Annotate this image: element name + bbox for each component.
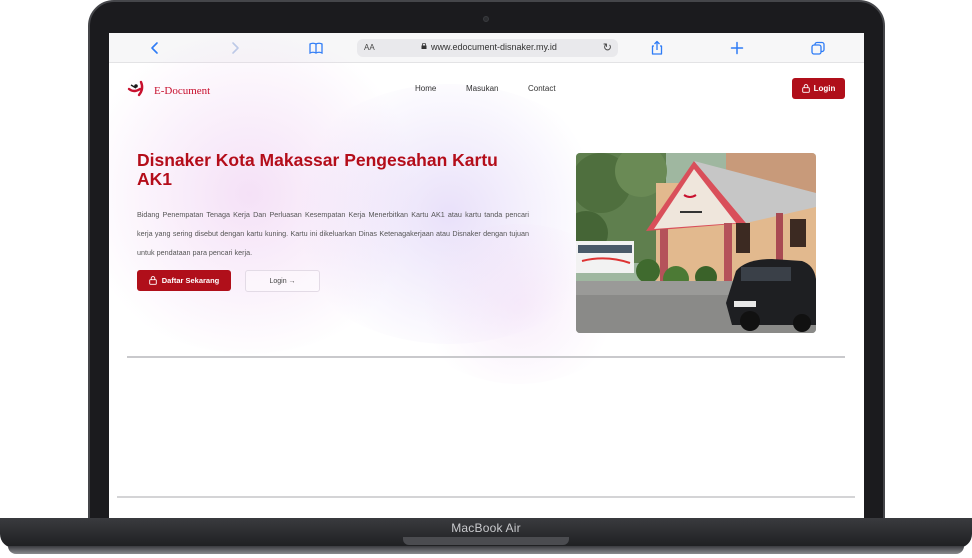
laptop-notch [403,537,569,545]
login-button-label: Login [813,84,836,93]
footer-divider [117,496,855,498]
web-page: E-Document Home Masukan Contact Login Di… [109,34,864,518]
share-icon[interactable] [649,40,665,56]
hero-title: Disnaker Kota Makassar Pengesahan Kartu … [137,150,498,189]
hero-description: Bidang Penempatan Tenaga Kerja Dan Perlu… [137,210,529,257]
new-tab-icon[interactable] [729,40,745,56]
nav-home[interactable]: Home [415,84,436,93]
hero-login-button[interactable]: Login → [245,270,320,292]
login-button[interactable]: Login [792,78,845,99]
site-logo[interactable]: E-Document [127,80,210,98]
laptop-base-edge [8,546,964,554]
brand-name: E-Document [154,85,211,97]
register-button[interactable]: Daftar Sekarang [137,270,231,291]
office-building-photo [576,153,816,333]
lock-icon [148,276,157,285]
logo-mark-icon [127,80,144,97]
address-bar[interactable]: AA www.edocument-disnaker.my.id ↻ [357,39,618,57]
section-divider [127,356,845,358]
nav-masukan[interactable]: Masukan [466,84,498,93]
url-text: www.edocument-disnaker.my.id [431,42,557,52]
camera [483,16,489,22]
reader-aa-button[interactable]: AA [364,43,375,52]
register-button-label: Daftar Sekarang [161,276,220,285]
reload-icon[interactable]: ↻ [603,41,612,54]
tabs-icon[interactable] [810,40,826,56]
nav-contact[interactable]: Contact [528,84,556,93]
lock-icon [421,43,427,49]
lock-icon [801,84,810,93]
hero-login-label: Login → [269,277,296,285]
screen: AA www.edocument-disnaker.my.id ↻ E-Docu… [109,33,864,518]
laptop-mockup: MacBook Air AA www.edocument-disnaker.my… [0,0,972,558]
device-label: MacBook Air [451,521,521,535]
